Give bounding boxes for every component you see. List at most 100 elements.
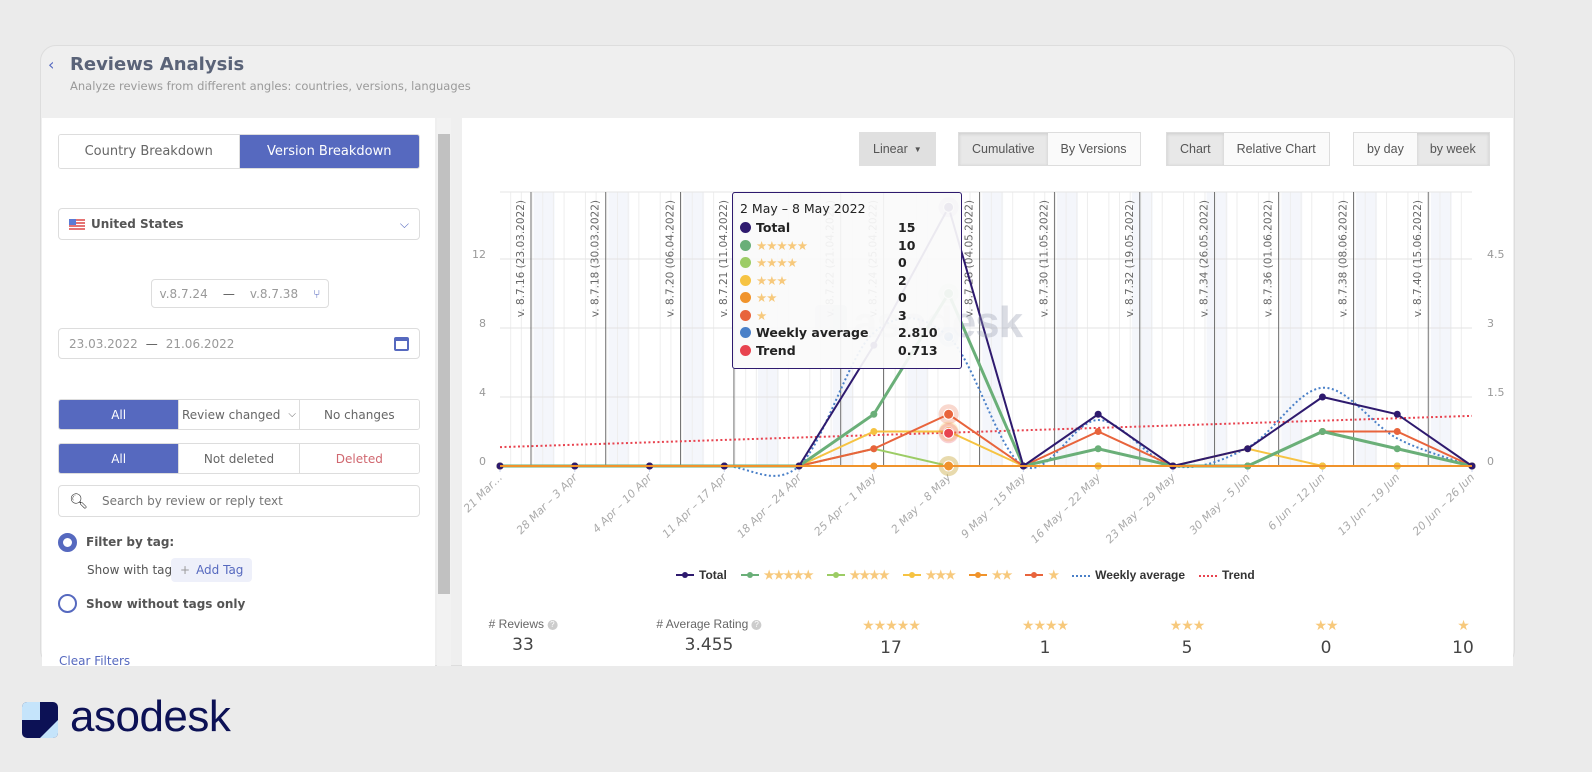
tooltip-label: ★ — [756, 307, 767, 323]
version-label: v. 8.7.34 (26.05.2022) — [1199, 200, 1211, 317]
tooltip-label: ★★★ — [756, 272, 788, 288]
stat-label: # Reviews — [488, 617, 545, 631]
stat-value: 5 — [1181, 638, 1193, 658]
tooltip-title: 2 May – 8 May 2022 — [740, 201, 866, 216]
data-point — [1318, 428, 1326, 435]
stat-value: 17 — [880, 638, 902, 658]
series-dot-icon — [740, 344, 751, 356]
week-band — [1057, 192, 1078, 466]
week-band — [683, 192, 705, 466]
x-tick-label: 20 Jun – 26 Jun — [1410, 471, 1477, 538]
legend-item[interactable]: ★★★★★ — [740, 568, 814, 582]
stat-item: # Reviews ? 33 — [489, 617, 558, 655]
data-point — [1094, 428, 1102, 435]
legend-label: ★★★★★ — [763, 568, 814, 582]
stat-value: 10 — [1452, 638, 1474, 658]
tooltip-row: Total 15 — [740, 219, 954, 237]
y-left-tick: 4 — [479, 386, 486, 399]
help-icon[interactable]: ? — [547, 619, 558, 630]
week-band — [533, 192, 555, 466]
x-tick-label: 16 May – 22 May — [1028, 471, 1103, 546]
chart-tooltip: 2 May – 8 May 2022 Total 15 ★★★★★ 10 ★★★★ 0 ★★… — [732, 192, 962, 369]
legend-label: ★★ — [991, 568, 1012, 582]
y-right-tick: 1.5 — [1487, 386, 1505, 399]
help-icon[interactable]: ? — [751, 619, 762, 630]
y-right-tick: 4.5 — [1487, 248, 1505, 261]
legend-item[interactable]: ★★★ — [902, 568, 956, 582]
data-point — [870, 410, 878, 418]
stat-item: ★★★★ 1 — [1022, 617, 1069, 658]
legend-label: Trend — [1222, 568, 1255, 582]
x-tick-label: 11 Apr – 17 Apr — [660, 470, 731, 541]
data-point — [1393, 428, 1401, 435]
data-point — [1393, 445, 1401, 453]
tooltip-row: Trend 0.713 — [740, 342, 954, 360]
series-dot-icon — [740, 239, 751, 251]
legend-item[interactable]: ★★ — [968, 568, 1012, 582]
y-right-tick: 3 — [1487, 317, 1494, 330]
y-left-tick: 12 — [472, 248, 486, 261]
legend-item[interactable]: Total — [676, 568, 727, 582]
x-tick-label: 13 Jun – 19 Jun — [1335, 471, 1402, 538]
series-dot-icon — [740, 222, 751, 234]
tooltip-row: ★★★★ 0 — [740, 254, 954, 272]
series-dot-icon — [740, 257, 751, 269]
tooltip-label: ★★★★ — [756, 255, 798, 271]
legend-item[interactable]: Weekly average — [1072, 568, 1185, 582]
tooltip-value: 0.713 — [898, 342, 938, 358]
week-band — [1281, 192, 1303, 466]
stat-value: 3.455 — [684, 635, 734, 655]
stat-label: ★★★★★ — [862, 617, 921, 633]
chart-legend: Total ★★★★★ ★★★★ ★★★ ★★ ★ Weekly average Trend — [676, 568, 1255, 582]
series-dot-icon — [740, 309, 751, 321]
stat-item: # Average Rating ? 3.455 — [656, 617, 762, 655]
hover-marker — [943, 427, 955, 439]
tooltip-row: ★★★ 2 — [740, 272, 954, 290]
week-band — [1430, 192, 1452, 466]
tooltip-row: ★ 3 — [740, 307, 954, 325]
version-label: v. 8.7.30 (11.05.2022) — [1038, 200, 1050, 317]
x-tick-label: 25 Apr – 1 May — [812, 471, 880, 539]
tooltip-label: Trend — [756, 342, 796, 358]
legend-item[interactable]: Trend — [1199, 568, 1255, 582]
stat-item: ★ 10 — [1452, 617, 1474, 658]
tooltip-row: Weekly average 2.810 — [740, 324, 954, 342]
legend-symbol-icon — [968, 568, 987, 582]
version-label: v. 8.7.32 (19.05.2022) — [1124, 200, 1136, 317]
version-label: v. 8.7.38 (08.06.2022) — [1337, 200, 1349, 317]
tooltip-value: 10 — [898, 237, 916, 253]
version-label: v. 8.7.21 (11.04.2022) — [718, 200, 730, 317]
tooltip-value: 3 — [898, 307, 907, 323]
data-point — [1244, 445, 1252, 453]
x-tick-label: 28 Mar – 3 Apr — [514, 470, 581, 537]
data-point — [870, 428, 878, 435]
stat-label: ★ — [1457, 617, 1470, 633]
stat-value: 33 — [512, 635, 534, 655]
tooltip-value: 15 — [898, 220, 916, 236]
tooltip-value: 0 — [898, 255, 907, 271]
legend-label: ★★★ — [925, 568, 956, 582]
data-point — [1393, 410, 1401, 418]
legend-item[interactable]: ★ — [1025, 568, 1059, 582]
legend-symbol-icon — [1199, 568, 1218, 582]
x-tick-label: 2 May – 8 May — [889, 471, 954, 536]
tooltip-value: 2.810 — [898, 325, 938, 341]
stat-label: ★★ — [1314, 617, 1338, 633]
version-label: v. 8.7.40 (15.06.2022) — [1412, 200, 1424, 317]
x-tick-label: 30 May – 5 Jun — [1187, 471, 1253, 537]
y-left-tick: 0 — [479, 455, 486, 468]
x-tick-label: 18 Apr – 24 Apr — [735, 470, 806, 541]
x-tick-label: 9 May – 15 May — [959, 471, 1029, 541]
version-label: v. 8.7.20 (06.04.2022) — [665, 200, 677, 317]
legend-item[interactable]: ★★★★ — [826, 568, 890, 582]
legend-label: ★★★★ — [849, 568, 890, 582]
x-tick-label: 6 Jun – 12 Jun — [1265, 471, 1327, 533]
legend-symbol-icon — [740, 568, 759, 582]
tooltip-label: ★★★★★ — [756, 237, 808, 253]
version-label: v. 8.7.18 (30.03.2022) — [590, 200, 602, 317]
legend-symbol-icon — [1072, 568, 1091, 582]
y-right-tick: 0 — [1487, 455, 1494, 468]
legend-symbol-icon — [1025, 568, 1044, 582]
data-point — [1094, 410, 1102, 418]
tooltip-row: ★★★★★ 10 — [740, 237, 954, 255]
